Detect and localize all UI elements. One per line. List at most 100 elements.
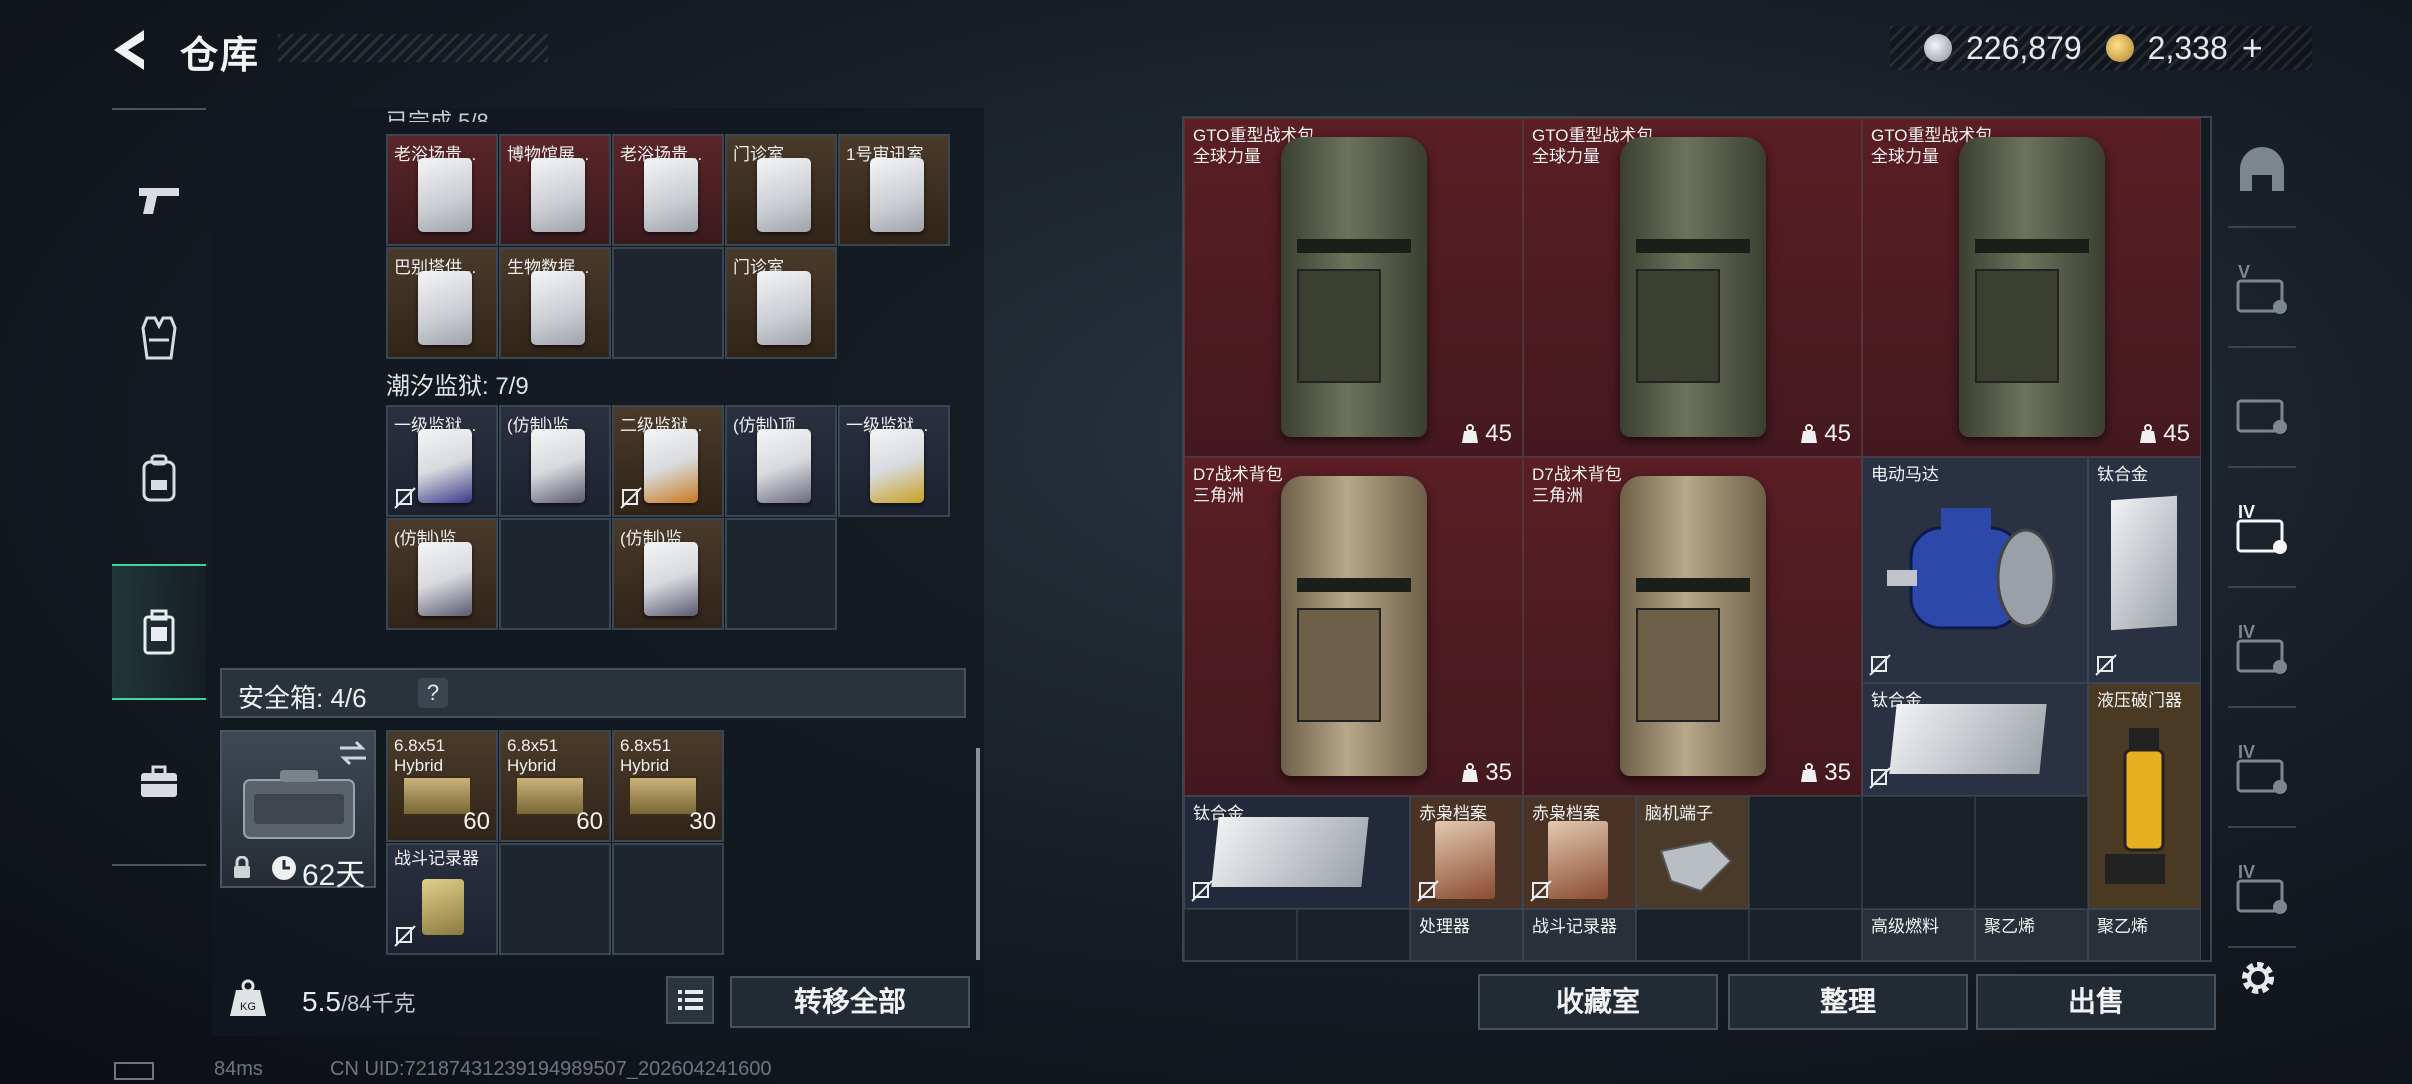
- storage-item[interactable]: 液压破门器: [2088, 683, 2201, 909]
- backpack-item[interactable]: GTO重型战术包 全球力量 45: [1523, 118, 1862, 457]
- item-name: D7战术背包 三角洲: [1193, 465, 1283, 505]
- nav-backpack[interactable]: [112, 410, 206, 546]
- nav-briefcase[interactable]: [112, 714, 206, 850]
- page-title: 仓库: [180, 35, 261, 77]
- storage-item[interactable]: 赤枭档案: [1410, 796, 1523, 909]
- nav-weapons[interactable]: [112, 132, 206, 268]
- empty-slot[interactable]: [499, 843, 611, 955]
- safebox-item[interactable]: 6.8x51 Hybrid 60: [499, 730, 611, 842]
- storage-item[interactable]: 高级燃料: [1862, 909, 1975, 960]
- no-stack-icon: [394, 487, 416, 509]
- storage-slot[interactable]: [1975, 796, 2088, 909]
- no-stack-icon: [1530, 880, 1552, 902]
- collection-item[interactable]: 巴别塔供...: [386, 247, 498, 359]
- storage-item[interactable]: 钛合金: [1184, 796, 1410, 909]
- weight-tag: 35: [1800, 759, 1851, 787]
- storage-page-5[interactable]: IV: [2228, 596, 2296, 708]
- key-card-icon: [870, 158, 924, 232]
- safebox-item[interactable]: 6.8x51 Hybrid 30: [612, 730, 724, 842]
- item-name: 聚乙烯: [1984, 917, 2035, 936]
- storage-item[interactable]: 钛合金: [1862, 683, 2088, 796]
- safebox-slot[interactable]: 62天: [220, 730, 376, 892]
- collection-item[interactable]: 二级监狱...: [612, 405, 724, 517]
- ammo-box-icon: [515, 776, 585, 816]
- empty-slot[interactable]: [612, 843, 724, 955]
- collection-item[interactable]: (仿制)监...: [386, 518, 498, 630]
- collection-item[interactable]: 一级监狱...: [386, 405, 498, 517]
- storage-slot[interactable]: [1297, 909, 1410, 960]
- swap-icon[interactable]: [338, 740, 368, 766]
- backpack-item[interactable]: GTO重型战术包 全球力量 45: [1184, 118, 1523, 457]
- empty-slot[interactable]: [612, 247, 724, 359]
- collection-item[interactable]: (仿制)监...: [612, 518, 724, 630]
- collection-item[interactable]: 生物数据...: [499, 247, 611, 359]
- backpack-item[interactable]: D7战术背包 三角洲 35: [1184, 457, 1523, 796]
- weight-tag: 45: [1800, 420, 1851, 448]
- storage-slot[interactable]: [1184, 909, 1297, 960]
- collection-item[interactable]: (仿制)监...: [499, 405, 611, 517]
- nav-armor[interactable]: [112, 270, 206, 406]
- sort-button[interactable]: 整理: [1728, 974, 1968, 1030]
- storage-slot[interactable]: [1862, 796, 1975, 909]
- weight-icon: [2140, 424, 2157, 443]
- key-card-icon: [644, 542, 698, 616]
- storage-item[interactable]: 赤枭档案: [1523, 796, 1636, 909]
- battery-icon: [114, 1062, 154, 1080]
- collection-item[interactable]: 老浴场贵...: [612, 134, 724, 246]
- backpack-strap: [1636, 578, 1750, 592]
- collection-item[interactable]: 博物馆展...: [499, 134, 611, 246]
- collection-scrollbar[interactable]: [976, 748, 980, 960]
- collection-item[interactable]: 门诊室: [725, 134, 837, 246]
- storage-page-6[interactable]: IV: [2228, 716, 2296, 828]
- nav-case[interactable]: [112, 564, 206, 700]
- storage-item[interactable]: 处理器: [1410, 909, 1523, 960]
- collection-item[interactable]: 一级监狱...: [838, 405, 950, 517]
- backpack-pocket: [1297, 269, 1381, 383]
- storage-page-7[interactable]: IV: [2228, 836, 2296, 948]
- transfer-all-button[interactable]: 转移全部: [730, 976, 970, 1028]
- safebox-item[interactable]: 6.8x51 Hybrid 60: [386, 730, 498, 842]
- backpack-strap: [1297, 239, 1411, 253]
- item-count: 30: [689, 808, 716, 835]
- vault-button[interactable]: 收藏室: [1478, 974, 1718, 1030]
- sell-button[interactable]: 出售: [1976, 974, 2216, 1030]
- backpack-pocket: [1297, 608, 1381, 722]
- red-owl-file-icon: [1435, 821, 1495, 899]
- storage-page-label: V: [2238, 262, 2251, 282]
- title-decoration: [278, 34, 548, 62]
- storage-item[interactable]: 聚乙烯: [2088, 909, 2201, 960]
- storage-slot[interactable]: [1636, 909, 1749, 960]
- storage-page-1[interactable]: [2228, 116, 2296, 228]
- item-name: 6.8x51 Hybrid: [394, 736, 446, 775]
- item-name: 高级燃料: [1871, 917, 1939, 936]
- list-view-button[interactable]: [666, 976, 714, 1024]
- storage-slot[interactable]: [1749, 909, 1862, 960]
- back-button[interactable]: [108, 26, 156, 74]
- collection-item[interactable]: 老浴场贵...: [386, 134, 498, 246]
- weight-icon: [1462, 763, 1479, 782]
- collection-item[interactable]: 门诊室: [725, 247, 837, 359]
- storage-page-2[interactable]: V: [2228, 236, 2296, 348]
- empty-slot[interactable]: [499, 518, 611, 630]
- empty-slot[interactable]: [725, 518, 837, 630]
- storage-page-4[interactable]: IV: [2228, 476, 2296, 588]
- safebox-item[interactable]: 战斗记录器: [386, 843, 498, 955]
- storage-item[interactable]: 钛合金: [2088, 457, 2201, 683]
- storage-page-label: IV: [2238, 742, 2256, 762]
- collection-item[interactable]: 1号审讯室: [838, 134, 950, 246]
- backpack-item[interactable]: D7战术背包 三角洲 35: [1523, 457, 1862, 796]
- ping-readout: 84ms: [214, 1058, 263, 1080]
- backpack-item[interactable]: GTO重型战术包 全球力量 45: [1862, 118, 2201, 457]
- brain-chip-icon: [1659, 839, 1733, 893]
- storage-page-3[interactable]: [2228, 356, 2296, 468]
- storage-item[interactable]: 聚乙烯: [1975, 909, 2088, 960]
- gear-icon[interactable]: [2236, 956, 2280, 1000]
- add-currency-button[interactable]: +: [2242, 27, 2263, 69]
- collection-item[interactable]: (仿制)顶...: [725, 405, 837, 517]
- storage-slot[interactable]: [1749, 796, 1862, 909]
- storage-item[interactable]: 战斗记录器: [1523, 909, 1636, 960]
- storage-item[interactable]: 电动马达: [1862, 457, 2088, 683]
- safebox-help-button[interactable]: ?: [418, 678, 448, 708]
- weight-readout: 5.5/84千克: [302, 986, 416, 1018]
- storage-item[interactable]: 脑机端子: [1636, 796, 1749, 909]
